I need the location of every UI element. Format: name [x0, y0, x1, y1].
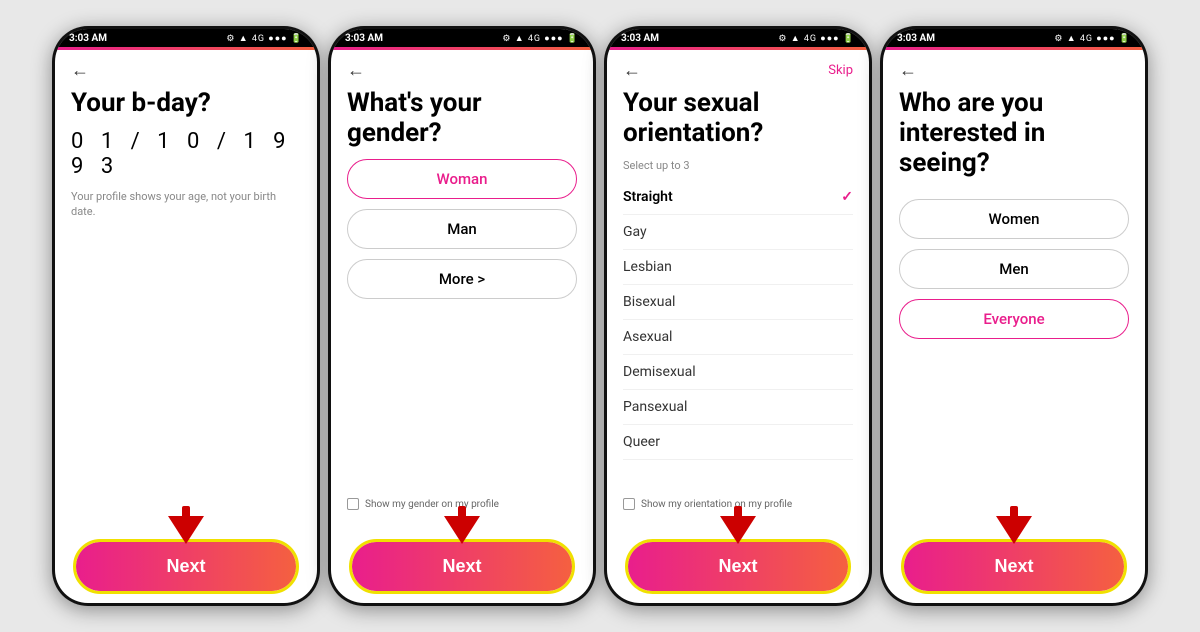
screen-content-2: ← What's your gender? Woman Man More > S…: [331, 50, 593, 516]
status-icons-1: ⚙ ▲ 4G ●●● 🔋: [226, 33, 303, 44]
orientation-demisexual[interactable]: Demisexual: [623, 355, 853, 390]
orientation-lesbian[interactable]: Lesbian: [623, 250, 853, 285]
bday-note: Your profile shows your age, not your bi…: [71, 189, 301, 220]
check-straight: ✓: [841, 189, 853, 205]
status-bar-3: 3:03 AM ⚙ ▲ 4G ●●● 🔋: [607, 29, 869, 47]
next-button-2[interactable]: Next: [352, 542, 572, 591]
gender-man-btn[interactable]: Man: [347, 209, 577, 249]
gender-checkbox-label: Show my gender on my profile: [365, 499, 499, 510]
bday-value: 0 1 / 1 0 / 1 9 9 3: [71, 129, 301, 179]
screen-title-1: Your b-day?: [71, 89, 301, 119]
next-button-4[interactable]: Next: [904, 542, 1124, 591]
orientation-checkbox[interactable]: [623, 498, 635, 510]
status-icons-2: ⚙ ▲ 4G ●●● 🔋: [502, 33, 579, 44]
orientation-queer[interactable]: Queer: [623, 425, 853, 460]
phone-4: 3:03 AM ⚙ ▲ 4G ●●● 🔋 ← Who are you inter…: [880, 26, 1148, 606]
screen-content-4: ← Who are you interested in seeing? Wome…: [883, 50, 1145, 516]
arrow-indicator-3: [720, 516, 756, 544]
status-bar-2: 3:03 AM ⚙ ▲ 4G ●●● 🔋: [331, 29, 593, 47]
bottom-area-1: Next: [55, 516, 317, 603]
bottom-area-4: Next: [883, 516, 1145, 603]
gender-checkbox[interactable]: [347, 498, 359, 510]
status-icons-3: ⚙ ▲ 4G ●●● 🔋: [778, 33, 855, 44]
screen-title-2: What's your gender?: [347, 89, 577, 149]
orientation-straight[interactable]: Straight ✓: [623, 180, 853, 215]
bottom-area-2: Next: [331, 516, 593, 603]
orientation-bisexual[interactable]: Bisexual: [623, 285, 853, 320]
arrow-indicator-1: [168, 516, 204, 544]
status-bar-1: 3:03 AM ⚙ ▲ 4G ●●● 🔋: [55, 29, 317, 47]
gender-more-btn[interactable]: More >: [347, 259, 577, 299]
interest-everyone-btn[interactable]: Everyone: [899, 299, 1129, 339]
arrow-indicator-4: [996, 516, 1032, 544]
orientation-asexual[interactable]: Asexual: [623, 320, 853, 355]
screen-content-3: ← Skip Your sexual orientation? Select u…: [607, 50, 869, 516]
screen-content-1: ← Your b-day? 0 1 / 1 0 / 1 9 9 3 Your p…: [55, 50, 317, 516]
status-time-1: 3:03 AM: [69, 33, 107, 44]
status-bar-4: 3:03 AM ⚙ ▲ 4G ●●● 🔋: [883, 29, 1145, 47]
screen-title-4: Who are you interested in seeing?: [899, 89, 1129, 179]
phones-container: 3:03 AM ⚙ ▲ 4G ●●● 🔋 ← Your b-day? 0 1 /…: [42, 16, 1158, 616]
status-time-4: 3:03 AM: [897, 33, 935, 44]
orientation-pansexual[interactable]: Pansexual: [623, 390, 853, 425]
status-time-2: 3:03 AM: [345, 33, 383, 44]
orientation-subtitle: Select up to 3: [623, 159, 853, 172]
next-button-1[interactable]: Next: [76, 542, 296, 591]
back-button-2[interactable]: ←: [347, 60, 577, 81]
status-icons-4: ⚙ ▲ 4G ●●● 🔋: [1054, 33, 1131, 44]
screen-title-3: Your sexual orientation?: [623, 89, 853, 149]
next-button-3[interactable]: Next: [628, 542, 848, 591]
orientation-gay[interactable]: Gay: [623, 215, 853, 250]
back-button-1[interactable]: ←: [71, 60, 301, 81]
back-button-3[interactable]: ←: [623, 60, 641, 81]
phone-2: 3:03 AM ⚙ ▲ 4G ●●● 🔋 ← What's your gende…: [328, 26, 596, 606]
bottom-area-3: Next: [607, 516, 869, 603]
back-button-4[interactable]: ←: [899, 60, 1129, 81]
header-row-3: ← Skip: [623, 60, 853, 81]
interest-women-btn[interactable]: Women: [899, 199, 1129, 239]
status-time-3: 3:03 AM: [621, 33, 659, 44]
skip-link-3[interactable]: Skip: [828, 63, 853, 78]
interest-options: Women Men Everyone: [899, 199, 1129, 349]
orientation-list: Straight ✓ Gay Lesbian Bisexual Asexual: [623, 180, 853, 490]
phone-3: 3:03 AM ⚙ ▲ 4G ●●● 🔋 ← Skip Your sexual …: [604, 26, 872, 606]
phone-1: 3:03 AM ⚙ ▲ 4G ●●● 🔋 ← Your b-day? 0 1 /…: [52, 26, 320, 606]
orientation-checkbox-label: Show my orientation on my profile: [641, 499, 792, 510]
arrow-indicator-2: [444, 516, 480, 544]
gender-woman-btn[interactable]: Woman: [347, 159, 577, 199]
interest-men-btn[interactable]: Men: [899, 249, 1129, 289]
